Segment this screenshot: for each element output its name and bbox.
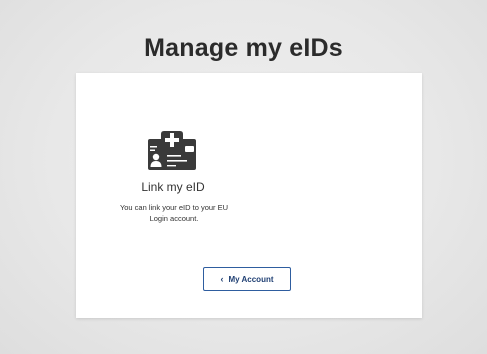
my-account-button[interactable]: ‹ My Account	[203, 267, 291, 291]
my-account-label: My Account	[228, 274, 274, 284]
link-eid-description: You can link your eID to your EU Login a…	[119, 203, 229, 223]
eid-card-plus-icon	[147, 131, 197, 171]
chevron-left-icon: ‹	[220, 273, 224, 284]
link-eid-title: Link my eID	[141, 180, 205, 194]
page-title: Manage my eIDs	[144, 34, 343, 62]
